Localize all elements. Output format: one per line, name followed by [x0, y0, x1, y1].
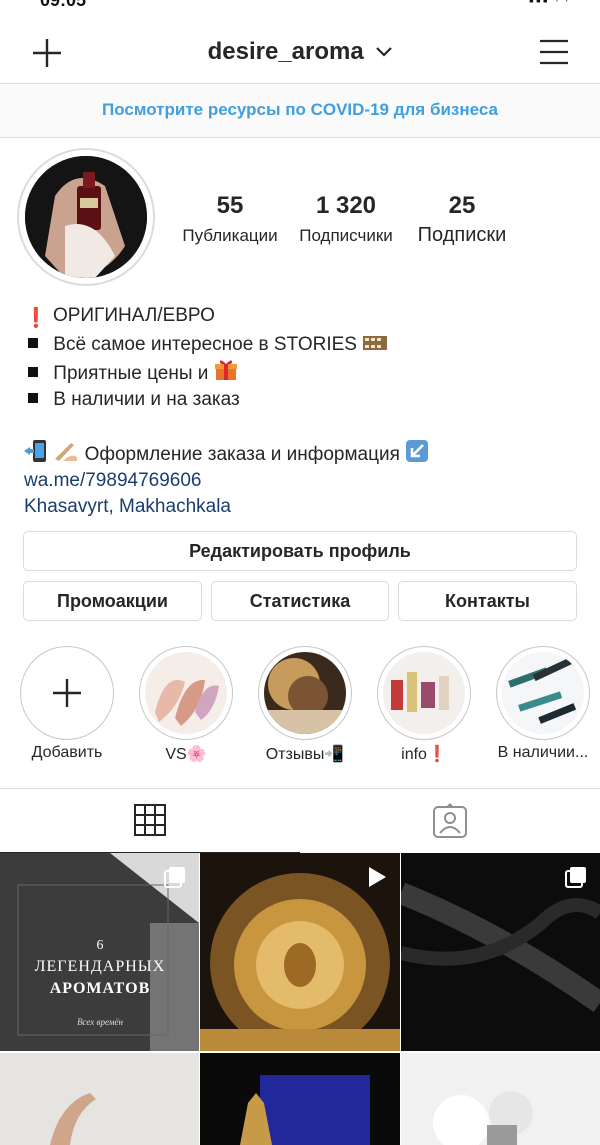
highlight-new[interactable]: Добавить: [20, 646, 114, 762]
status-icons: ▪▪▪ ◠: [529, 0, 570, 8]
add-highlight-plus-icon: [53, 679, 81, 707]
perfume-bottles-image: [383, 652, 465, 734]
username-title: desire_aroma: [207, 38, 364, 65]
bio-line: Приятные цены и: [24, 358, 584, 387]
bio-line: ❗ ОРИГИНАЛ/ЕВРО: [24, 303, 584, 332]
gift-icon: [214, 360, 237, 380]
posts-count: 55: [216, 192, 244, 219]
highlight-cover: [383, 652, 465, 734]
highlight-cover: [502, 652, 584, 734]
highlight-circle: [258, 646, 352, 740]
post-thumbnail[interactable]: [401, 1053, 600, 1145]
post-title: ЛЕГЕНДАРНЫХ: [35, 958, 166, 975]
status-time: 09:05: [40, 0, 87, 10]
bio-line: В наличии и на заказ: [24, 387, 584, 413]
stat-followers[interactable]: 1 320 Подписчики: [290, 192, 402, 246]
bio-spacer: [24, 413, 584, 439]
covid-resources-banner[interactable]: Посмотрите ресурсы по COVID-19 для бизне…: [0, 84, 600, 138]
grid-icon: [134, 804, 166, 836]
white-flowers-post-image: [401, 1053, 600, 1145]
cosmetic-swatches-image: [145, 652, 227, 734]
black-square-icon: [28, 393, 38, 403]
post-caption: Всех времён: [77, 1017, 123, 1027]
post-subtitle: АРОМАТОВ: [50, 980, 151, 997]
post-thumbnail[interactable]: [401, 853, 600, 1051]
pens-image: [502, 652, 584, 734]
following-label: Подписки: [417, 224, 507, 246]
post-number: 6: [97, 938, 104, 953]
film-strip-icon: [363, 336, 388, 350]
stat-posts[interactable]: 55 Публикации: [175, 192, 285, 246]
mobile-phone-arrow-icon: [24, 440, 46, 462]
profile-bio: ❗ ОРИГИНАЛ/ЕВРО Всё самое интересное в S…: [24, 303, 584, 520]
insights-button[interactable]: Статистика: [211, 581, 389, 621]
bio-line: Оформление заказа и информация: [24, 439, 584, 468]
stat-following[interactable]: 25 Подписки: [406, 192, 518, 247]
writing-hand-icon: [55, 443, 78, 461]
hand-post-image: [0, 1053, 199, 1145]
avatar-perfume-photo: [25, 156, 147, 278]
highlight-label: Отзывы📲: [265, 746, 345, 763]
hamburger-menu-icon[interactable]: [538, 36, 570, 68]
avatar-image: [25, 156, 147, 278]
arrow-down-left-icon: [406, 440, 429, 462]
highlight-cover: [145, 652, 227, 734]
top-bar: desire_aroma: [0, 22, 600, 84]
followers-label: Подписчики: [299, 226, 393, 245]
post-thumbnail[interactable]: [200, 853, 400, 1051]
highlight-circle: [496, 646, 590, 740]
promotions-button[interactable]: Промоакции: [23, 581, 202, 621]
post-thumbnail[interactable]: [0, 1053, 199, 1145]
tab-tagged[interactable]: [300, 789, 600, 853]
contacts-button[interactable]: Контакты: [398, 581, 577, 621]
highlight-in-stock[interactable]: В наличии...: [496, 646, 590, 762]
profile-tabs: [0, 788, 600, 853]
black-square-icon: [28, 338, 38, 348]
posts-label: Публикации: [182, 226, 278, 245]
posts-grid: 6 ЛЕГЕНДАРНЫХ АРОМАТОВ Всех времён: [0, 853, 600, 1145]
highlight-cover: [264, 652, 346, 734]
post-thumbnail[interactable]: [200, 1053, 400, 1145]
tagged-person-icon: [433, 803, 467, 838]
golden-spray-image: [264, 652, 346, 734]
highlight-label: VS🌸: [165, 746, 207, 763]
highlight-circle: [20, 646, 114, 740]
bio-website-link[interactable]: wa.me/79894769606: [24, 468, 584, 494]
highlight-vs[interactable]: VS🌸: [139, 646, 233, 764]
tab-posts-grid[interactable]: [0, 789, 300, 853]
following-count: 25: [448, 192, 476, 219]
edit-profile-button[interactable]: Редактировать профиль: [23, 531, 577, 571]
profile-avatar[interactable]: [17, 148, 155, 286]
highlight-circle: [377, 646, 471, 740]
highlight-label: Добавить: [31, 744, 103, 761]
chevron-down-icon: [376, 47, 393, 57]
black-square-icon: [28, 367, 38, 377]
video-play-icon: [369, 867, 386, 887]
blue-box-post-image: [200, 1053, 400, 1145]
status-bar: 09:05 ▪▪▪ ◠: [0, 0, 600, 22]
bio-location[interactable]: Khasavyrt, Makhachkala: [24, 494, 584, 520]
exclamation-icon: ❗: [24, 308, 48, 329]
carousel-multiple-icon: [164, 867, 185, 888]
highlight-reviews[interactable]: Отзывы📲: [258, 646, 352, 764]
highlight-label: info❗: [401, 746, 447, 763]
highlight-circle: [139, 646, 233, 740]
bio-line: Всё самое интересное в STORIES: [24, 332, 584, 358]
highlight-label: В наличии...: [497, 744, 589, 761]
post-thumbnail[interactable]: 6 ЛЕГЕНДАРНЫХ АРОМАТОВ Всех времён: [0, 853, 199, 1051]
carousel-multiple-icon: [565, 867, 586, 888]
highlight-info[interactable]: info❗: [377, 646, 471, 764]
username-switcher[interactable]: desire_aroma: [0, 38, 600, 66]
followers-count: 1 320: [315, 192, 377, 219]
